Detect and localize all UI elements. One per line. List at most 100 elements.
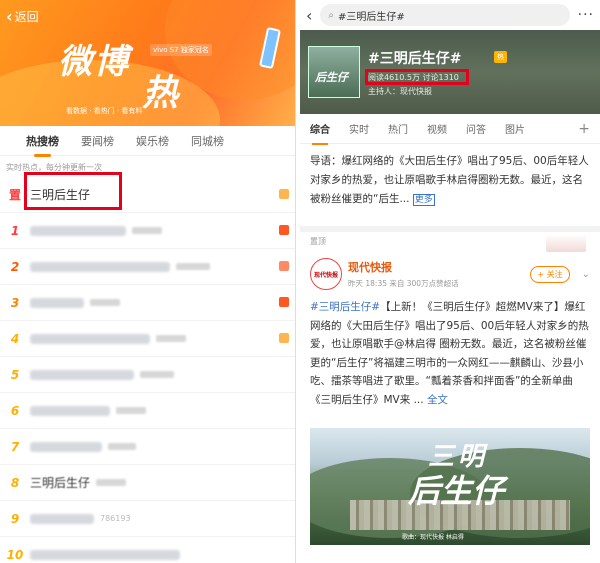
blurred-count: [156, 335, 186, 342]
blurred-count: [108, 443, 136, 450]
hot-search-panel: ‹ 返回 微博 热搜 vivo S7 独家冠名 看数据 · 看热门 · 看有料 …: [0, 0, 296, 563]
tab-hot-search[interactable]: 热搜榜: [26, 133, 59, 157]
list-item[interactable]: 9 786193: [0, 501, 295, 537]
blurred-title: [30, 225, 126, 236]
list-item[interactable]: 8 三明后生仔: [0, 465, 295, 501]
post-topic-link[interactable]: #三明后生仔#: [310, 301, 380, 313]
avatar[interactable]: 现代快报: [310, 258, 342, 290]
topic-page-panel: ‹ ⌕ #三明后生仔# ··· 后生仔 #三明后生仔# 热 阅读4610.5万 …: [300, 0, 600, 563]
blurred-title: [30, 261, 170, 272]
blurred-count: [116, 407, 146, 414]
tab-all[interactable]: 综合: [310, 121, 330, 145]
search-bar: ‹ ⌕ #三明后生仔# ···: [300, 0, 600, 30]
blurred-count: [132, 227, 162, 234]
back-button[interactable]: ‹ 返回: [6, 8, 39, 25]
pinned-label: 置顶: [310, 237, 326, 246]
post-text: 【上新！《三明后生仔》超燃MV来了】爆红网络的《大田后生仔》唱出了95后、00后…: [310, 301, 589, 406]
pinned-header: 置顶: [300, 232, 600, 252]
chevron-left-icon[interactable]: ‹: [306, 6, 312, 25]
rank-number: 4: [10, 331, 20, 346]
list-item[interactable]: 5: [0, 357, 295, 393]
search-input[interactable]: ⌕ #三明后生仔#: [320, 4, 570, 26]
hot-badge: 热: [494, 51, 507, 63]
tab-video[interactable]: 视频: [427, 121, 447, 136]
image-caption: 歌曲：现代快报 林启得: [402, 534, 464, 541]
tab-realtime[interactable]: 实时: [349, 121, 369, 136]
banner-slogan: 看数据 · 看热门 · 看有料: [66, 107, 143, 115]
hot-tag-icon: [279, 333, 289, 343]
follow-button[interactable]: + 关注: [530, 265, 570, 283]
rank-number: 8: [10, 475, 20, 490]
add-tab-icon[interactable]: +: [578, 121, 590, 137]
sponsor-label: vivo S7 独家冠名: [150, 44, 212, 56]
ranking-tabs: 热搜榜 要闻榜 娱乐榜 同城榜: [0, 126, 295, 157]
chevron-left-icon: ‹: [6, 6, 13, 26]
rank-number: 1: [10, 223, 20, 238]
blurred-count: [140, 371, 174, 378]
list-item[interactable]: 2: [0, 249, 295, 285]
search-icon: ⌕: [328, 9, 335, 21]
blurred-title: [30, 549, 180, 560]
post-author-block: 现代快报 昨天 18:35 来自 300万点赞超话: [348, 259, 459, 289]
hot-tag-icon: [279, 297, 289, 307]
blurred-title: [30, 297, 84, 308]
hot-search-banner: ‹ 返回 微博 热搜 vivo S7 独家冠名 看数据 · 看热门 · 看有料: [0, 0, 295, 126]
tab-news[interactable]: 要闻榜: [81, 133, 114, 149]
list-item[interactable]: 3: [0, 285, 295, 321]
tab-qa[interactable]: 问答: [466, 121, 486, 136]
trend-title: 三明后生仔: [30, 476, 91, 490]
highlight-box: [365, 69, 469, 85]
hot-tag-icon: [279, 189, 289, 199]
blurred-title: [30, 441, 102, 452]
blurred-count: [90, 299, 120, 306]
decoration-image: [546, 234, 586, 252]
rank-number: 2: [10, 259, 20, 274]
blurred-count: [96, 479, 127, 486]
rank-number: 5: [10, 367, 20, 382]
guide-text: 导语：爆红网络的《大田后生仔》唱出了95后、00后年轻人对家乡的热爱，也让原唱歌…: [310, 155, 589, 205]
topic-header: 后生仔 #三明后生仔# 热 阅读4610.5万 讨论1310 主持人：现代快报: [300, 30, 600, 114]
blurred-count: [176, 263, 210, 270]
topic-title: #三明后生仔#: [368, 51, 462, 67]
more-link[interactable]: 更多: [412, 194, 435, 206]
image-title-line2: 后生仔: [408, 472, 505, 510]
topic-host[interactable]: 主持人：现代快报: [368, 86, 432, 97]
post-content: #三明后生仔#【上新！《三明后生仔》超燃MV来了】爆红网络的《大田后生仔》唱出了…: [300, 296, 600, 428]
post-meta: 昨天 18:35 来自 300万点赞超话: [348, 279, 459, 288]
tab-local[interactable]: 同城榜: [191, 133, 224, 149]
full-text-link[interactable]: 全文: [427, 394, 448, 406]
rank-number: 7: [10, 439, 20, 454]
logo-line2: 热搜: [142, 72, 179, 126]
blurred-title: [30, 405, 110, 416]
tab-entertainment[interactable]: 娱乐榜: [136, 133, 169, 149]
rank-number: 10: [6, 547, 24, 562]
post-author[interactable]: 现代快报: [348, 259, 459, 275]
highlight-box: [24, 172, 122, 210]
list-item[interactable]: 4: [0, 321, 295, 357]
topic-tabs: 综合 实时 热门 视频 问答 图片 +: [300, 114, 600, 145]
more-options-icon[interactable]: ···: [578, 7, 594, 23]
blurred-title: [30, 369, 134, 380]
hot-tag-icon: [279, 225, 289, 235]
back-label: 返回: [14, 10, 39, 24]
topic-thumbnail: 后生仔: [308, 46, 360, 98]
list-item[interactable]: 10: [0, 537, 295, 563]
tab-images[interactable]: 图片: [505, 121, 525, 136]
post-image[interactable]: 三明 后生仔 歌曲：现代快报 林启得: [310, 428, 590, 545]
blurred-title: [30, 513, 94, 524]
chevron-down-icon[interactable]: ⌄: [582, 269, 590, 280]
tab-hot[interactable]: 热门: [388, 121, 408, 136]
post-header: 现代快报 现代快报 昨天 18:35 来自 300万点赞超话 + 关注 ⌄: [300, 252, 600, 296]
rank-number: 3: [10, 295, 20, 310]
list-item[interactable]: 1: [0, 213, 295, 249]
thumbnail-text: 后生仔: [315, 71, 348, 84]
view-count: 786193: [100, 514, 131, 523]
rank-number: 6: [10, 403, 20, 418]
logo-line1: 微博: [58, 42, 130, 82]
list-item[interactable]: 6: [0, 393, 295, 429]
weibo-hot-search-logo: 微博 热搜: [58, 34, 178, 126]
list-item[interactable]: 7: [0, 429, 295, 465]
hot-tag-icon: [279, 261, 289, 271]
topic-guide: 导语：爆红网络的《大田后生仔》唱出了95后、00后年轻人对家乡的热爱，也让原唱歌…: [300, 144, 600, 226]
search-query: #三明后生仔#: [338, 11, 405, 23]
